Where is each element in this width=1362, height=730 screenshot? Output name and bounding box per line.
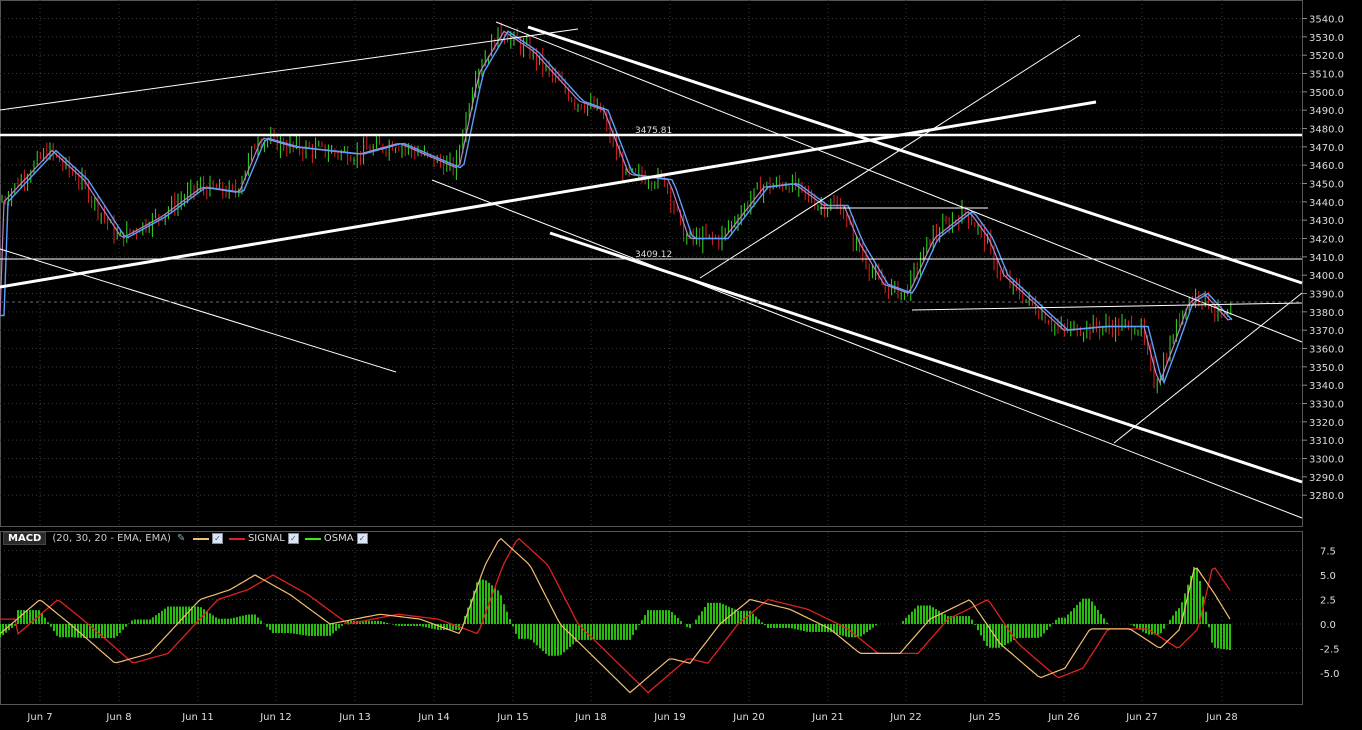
price-tick-label: 3430.0: [1309, 216, 1344, 227]
trendline: [699, 34, 1081, 279]
price-tick-label: 3490.0: [1309, 106, 1344, 117]
time-tick-label: Jun 15: [496, 712, 529, 723]
macd-line: [0, 537, 1231, 694]
macd-tick-label: -2.5: [1320, 645, 1340, 656]
price-tick-label: 3410.0: [1309, 253, 1344, 264]
price-tick-label: 3460.0: [1309, 161, 1344, 172]
time-tick-label: Jun 19: [653, 712, 686, 723]
price-panel-frame: [0, 0, 1303, 527]
price-tick-label: 3520.0: [1309, 51, 1344, 62]
macd-params[interactable]: (20, 30, 20 - EMA, EMA): [52, 533, 171, 544]
price-tick-label: 3470.0: [1309, 143, 1344, 154]
macd-tick-label: 2.5: [1320, 596, 1336, 607]
trendline: [431, 179, 1303, 519]
time-tick-label: Jun 11: [181, 712, 214, 723]
macd-axis: 7.5 5.0 2.5 0.0 -2.5 -5.0: [1320, 547, 1340, 681]
signal-label: SIGNAL: [247, 533, 285, 544]
legend-macd-line: ✓: [192, 533, 223, 544]
macd-tick-label: 7.5: [1320, 547, 1336, 558]
price-grid: [0, 0, 1303, 527]
price-tick-label: 3370.0: [1309, 326, 1344, 337]
price-tick-label: 3330.0: [1309, 399, 1344, 410]
trendline: [911, 302, 1303, 311]
time-tick-label: Jun 12: [259, 712, 292, 723]
time-tick-label: Jun 13: [338, 712, 371, 723]
price-tick-label: 3390.0: [1309, 289, 1344, 300]
price-tick-label: 3440.0: [1309, 198, 1344, 209]
macd-line-swatch: [192, 537, 209, 540]
time-tick-label: Jun 8: [105, 712, 131, 723]
time-tick-label: Jun 21: [811, 712, 844, 723]
macd-tick-label: 5.0: [1320, 571, 1336, 582]
level-label: 3409.12: [635, 250, 672, 260]
osma-label: OSMA: [323, 533, 354, 544]
legend-osma: OSMA ✓: [304, 533, 368, 544]
price-tick-label: 3420.0: [1309, 234, 1344, 245]
osma-swatch: [304, 537, 321, 540]
macd-tick-label: -5.0: [1320, 669, 1340, 680]
price-tick-label: 3400.0: [1309, 271, 1344, 282]
candlestick-series: [1, 22, 1232, 394]
time-tick-label: Jun 22: [889, 712, 922, 723]
macd-indicator-name[interactable]: MACD: [3, 532, 47, 545]
chart-canvas[interactable]: 3475.813409.12 3540.03530.03520.03510.03…: [0, 0, 1362, 730]
edit-indicator-icon[interactable]: ✎: [177, 533, 187, 544]
osma-checkbox[interactable]: ✓: [356, 533, 368, 544]
level-label: 3475.81: [635, 126, 672, 136]
trendline: [0, 28, 579, 111]
price-tick-label: 3290.0: [1309, 473, 1344, 484]
price-tick-label: 3280.0: [1309, 491, 1344, 502]
price-tick-label: 3340.0: [1309, 381, 1344, 392]
price-tick-label: 3310.0: [1309, 436, 1344, 447]
time-axis[interactable]: Jun 7 Jun 8 Jun 11 Jun 12 Jun 13 Jun 14 Jun 15…: [26, 712, 1237, 723]
macd-lines: [0, 537, 1231, 694]
price-tick-label: 3360.0: [1309, 344, 1344, 355]
price-tick-label: 3500.0: [1309, 88, 1344, 99]
trendline: [0, 248, 397, 373]
price-tick-label: 3540.0: [1309, 15, 1344, 26]
price-tick-label: 3320.0: [1309, 418, 1344, 429]
signal-checkbox[interactable]: ✓: [287, 533, 299, 544]
macd-line-checkbox[interactable]: ✓: [211, 533, 223, 544]
time-tick-label: Jun 25: [968, 712, 1001, 723]
trendline: [549, 231, 1303, 484]
signal-swatch: [228, 537, 245, 540]
osma-histogram: [0, 566, 1231, 656]
price-tick-label: 3450.0: [1309, 179, 1344, 190]
price-tick-label: 3380.0: [1309, 308, 1344, 319]
time-tick-label: Jun 26: [1047, 712, 1080, 723]
time-tick-label: Jun 20: [732, 712, 765, 723]
time-tick-label: Jun 14: [417, 712, 450, 723]
price-tick-label: 3510.0: [1309, 69, 1344, 80]
price-axis[interactable]: 3540.0 3530.0 3520.0 3510.0 3500.0 3490.0 3480…: [1302, 15, 1344, 503]
trendline: [527, 25, 1303, 285]
price-tick-label: 3530.0: [1309, 33, 1344, 44]
time-tick-label: Jun 28: [1205, 712, 1238, 723]
price-tick-label: 3300.0: [1309, 454, 1344, 465]
macd-tick-label: 0.0: [1320, 620, 1336, 631]
trendlines[interactable]: 3475.81 3409.12: [0, 21, 1303, 519]
time-tick-label: Jun 18: [574, 712, 607, 723]
price-tick-label: 3480.0: [1309, 124, 1344, 135]
legend-signal: SIGNAL ✓: [228, 533, 299, 544]
time-tick-label: Jun 7: [26, 712, 52, 723]
time-tick-label: Jun 27: [1125, 712, 1158, 723]
price-tick-label: 3350.0: [1309, 363, 1344, 374]
macd-legend: MACD (20, 30, 20 - EMA, EMA) ✎ ✓ SIGNAL …: [3, 531, 368, 546]
